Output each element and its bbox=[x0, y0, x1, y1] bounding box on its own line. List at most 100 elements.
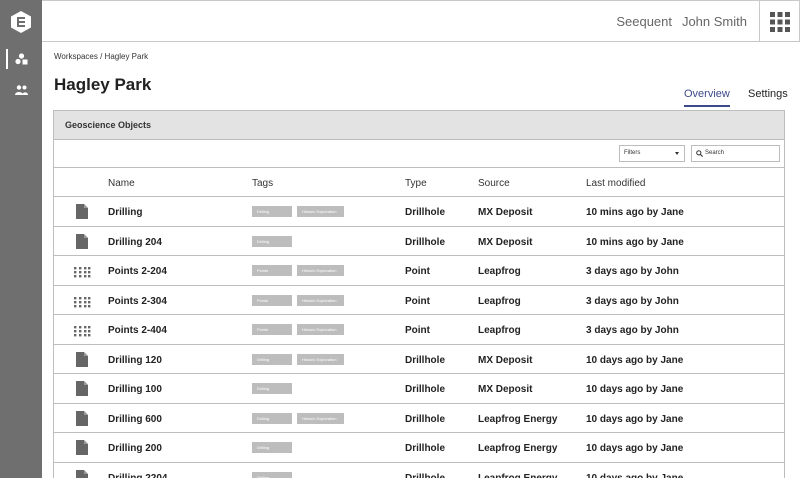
tag-badge: Historic Exploration bbox=[297, 206, 344, 217]
grid-icon bbox=[769, 11, 790, 32]
panel-title: Geoscience Objects bbox=[54, 111, 784, 140]
table-row[interactable]: Drilling 204 Drilling Drillhole MX Deposit 1… bbox=[54, 227, 784, 256]
tag-badge: Points bbox=[252, 324, 292, 335]
col-last-modified[interactable]: Last modified bbox=[586, 178, 645, 189]
col-name[interactable]: Name bbox=[108, 178, 135, 189]
row-last-modified: 10 days ago by Jane bbox=[586, 384, 684, 395]
table-toolbar: Filters Search bbox=[54, 140, 784, 168]
file-icon bbox=[76, 410, 88, 431]
table-row[interactable]: Drilling 100 Drilling Drillhole MX Deposit 1… bbox=[54, 374, 784, 404]
tag-badge: Drilling bbox=[252, 353, 292, 365]
row-source: Leapfrog Energy bbox=[478, 413, 558, 425]
row-name[interactable]: Points 2-204 bbox=[108, 266, 167, 277]
row-name[interactable]: Drilling 120 bbox=[108, 355, 162, 366]
tag-badge: Drilling bbox=[252, 412, 292, 424]
row-name[interactable]: Drilling 100 bbox=[108, 384, 162, 395]
chevron-down-icon bbox=[675, 152, 679, 155]
filters-dropdown[interactable]: Filters bbox=[619, 145, 685, 162]
table-row[interactable]: Points 2-404 Points Historic Exploration Po… bbox=[54, 315, 784, 345]
row-source: MX Deposit bbox=[478, 207, 533, 218]
filters-label: Filters bbox=[624, 150, 641, 156]
evo-logo-icon[interactable] bbox=[11, 11, 31, 33]
row-last-modified: 10 days ago by Jane bbox=[586, 472, 684, 478]
tag-badge: Historic Exploration bbox=[297, 294, 344, 306]
row-source: MX Deposit bbox=[478, 236, 533, 248]
row-source: MX Deposit bbox=[478, 384, 533, 395]
row-source: Leapfrog bbox=[478, 295, 521, 307]
row-type: Drillhole bbox=[405, 384, 446, 395]
file-icon bbox=[76, 469, 88, 478]
search-placeholder: Search bbox=[705, 150, 725, 156]
row-name[interactable]: Drilling bbox=[108, 207, 142, 218]
table-row[interactable]: Drilling 200 Drilling Drillhole Leapfrog En… bbox=[54, 433, 784, 463]
points-icon bbox=[74, 324, 91, 342]
table-row[interactable]: Points 2-304 Points Historic Exploration Po… bbox=[54, 286, 784, 315]
row-name[interactable]: Drilling 204 bbox=[108, 237, 162, 248]
tag-badge: Drilling bbox=[252, 206, 292, 217]
row-type: Point bbox=[405, 266, 430, 277]
file-icon bbox=[76, 351, 88, 372]
col-tags[interactable]: Tags bbox=[252, 178, 273, 189]
app-switcher-button[interactable] bbox=[759, 1, 799, 42]
search-icon bbox=[696, 150, 703, 157]
row-type: Drillhole bbox=[405, 472, 446, 478]
col-source[interactable]: Source bbox=[478, 178, 510, 189]
table-row[interactable]: Drilling 120 Drilling Historic Exploration… bbox=[54, 345, 784, 374]
rail-item-users[interactable] bbox=[0, 78, 42, 102]
tab-overview[interactable]: Overview bbox=[684, 88, 730, 107]
row-type: Drillhole bbox=[405, 236, 446, 248]
tag-badge: Points bbox=[252, 265, 292, 276]
table-body: Drilling Drilling Historic Exploration Dril… bbox=[54, 197, 784, 478]
row-tags: Drilling bbox=[252, 235, 292, 247]
row-tags: Drilling Historic Exploration bbox=[252, 206, 344, 217]
row-name[interactable]: Drilling 2204 bbox=[108, 473, 167, 478]
user-name[interactable]: John Smith bbox=[682, 14, 747, 29]
row-tags: Drilling bbox=[252, 383, 292, 394]
row-last-modified: 10 days ago by Jane bbox=[586, 354, 684, 366]
geoscience-objects-panel: Geoscience Objects Filters Search Name T… bbox=[53, 110, 785, 478]
table-header: Name Tags Type Source Last modified bbox=[54, 168, 784, 197]
col-type[interactable]: Type bbox=[405, 178, 427, 189]
rail-item-objects[interactable] bbox=[0, 47, 42, 71]
org-name[interactable]: Seequent bbox=[616, 14, 672, 29]
tag-badge: Drilling bbox=[252, 383, 292, 394]
table-row[interactable]: Drilling 600 Drilling Historic Exploration… bbox=[54, 404, 784, 433]
row-source: Leapfrog bbox=[478, 325, 521, 336]
table-row[interactable]: Drilling 2204 Drilling Drillhole Leapfrog E… bbox=[54, 463, 784, 478]
row-source: Leapfrog bbox=[478, 266, 521, 277]
search-input[interactable]: Search bbox=[691, 145, 780, 162]
row-tags: Drilling Historic Exploration bbox=[252, 353, 344, 365]
row-last-modified: 3 days ago by John bbox=[586, 266, 679, 277]
table-row[interactable]: Points 2-204 Points Historic Exploration Po… bbox=[54, 256, 784, 286]
row-tags: Points Historic Exploration bbox=[252, 324, 344, 335]
users-icon bbox=[14, 85, 28, 95]
tag-badge: Historic Exploration bbox=[297, 353, 344, 365]
points-icon bbox=[74, 265, 91, 283]
row-type: Point bbox=[405, 295, 430, 307]
file-icon bbox=[76, 204, 88, 224]
row-name[interactable]: Drilling 200 bbox=[108, 443, 162, 454]
file-icon bbox=[76, 381, 88, 401]
row-last-modified: 3 days ago by John bbox=[586, 325, 679, 336]
row-tags: Drilling bbox=[252, 442, 292, 453]
row-name[interactable]: Points 2-304 bbox=[108, 296, 167, 307]
left-rail bbox=[0, 0, 42, 478]
table-row[interactable]: Drilling Drilling Historic Exploration Dril… bbox=[54, 197, 784, 227]
top-bar: Seequent John Smith bbox=[42, 0, 800, 42]
row-name[interactable]: Drilling 600 bbox=[108, 414, 162, 425]
row-source: MX Deposit bbox=[478, 354, 533, 366]
breadcrumb[interactable]: Workspaces / Hagley Park bbox=[54, 52, 148, 61]
row-type: Drillhole bbox=[405, 443, 446, 454]
row-tags: Points Historic Exploration bbox=[252, 294, 344, 306]
tag-badge: Drilling bbox=[252, 235, 292, 247]
file-icon bbox=[76, 233, 88, 254]
row-source: Leapfrog Energy bbox=[478, 472, 558, 478]
tag-badge: Historic Exploration bbox=[297, 265, 344, 276]
tag-badge: Points bbox=[252, 294, 292, 306]
row-type: Drillhole bbox=[405, 354, 446, 366]
tag-badge: Historic Exploration bbox=[297, 412, 344, 424]
objects-icon bbox=[14, 53, 27, 65]
row-type: Drillhole bbox=[405, 413, 446, 425]
row-name[interactable]: Points 2-404 bbox=[108, 325, 167, 336]
tab-settings[interactable]: Settings bbox=[748, 88, 788, 105]
